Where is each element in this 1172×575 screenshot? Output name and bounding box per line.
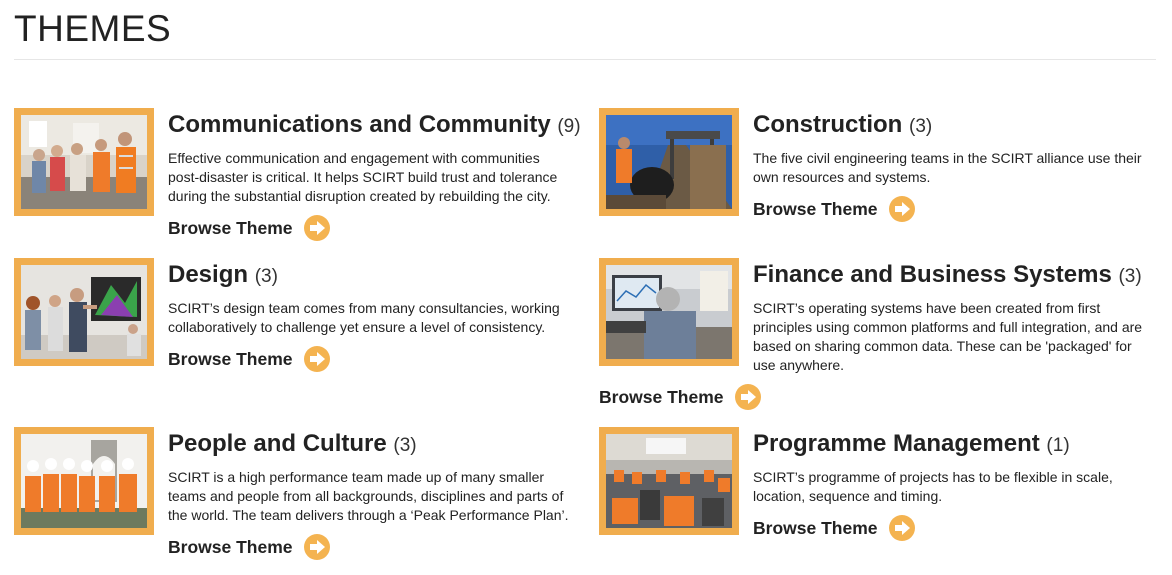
browse-theme-button[interactable]: Browse Theme xyxy=(168,534,331,560)
page-title: THEMES xyxy=(14,8,172,49)
theme-thumbnail[interactable] xyxy=(14,258,154,366)
theme-description: SCIRT’s design team comes from many cons… xyxy=(168,300,560,335)
arrow-right-circle-icon xyxy=(304,215,331,241)
browse-theme-label: Browse Theme xyxy=(599,386,724,407)
theme-count: (3) xyxy=(1118,266,1142,287)
theme-count: (3) xyxy=(254,266,278,287)
arrow-right-circle-icon xyxy=(304,346,331,372)
team-hi-vis-image xyxy=(21,434,147,528)
theme-thumbnail[interactable] xyxy=(599,108,739,216)
theme-count: (3) xyxy=(393,435,417,456)
title-divider xyxy=(14,59,1156,60)
theme-heading: Programme Management (1) xyxy=(753,429,1070,461)
browse-theme-label: Browse Theme xyxy=(753,517,878,538)
arrow-right-circle-icon xyxy=(735,384,762,410)
browse-theme-label: Browse Theme xyxy=(753,198,878,219)
theme-heading: Finance and Business Systems (3) xyxy=(753,260,1142,292)
theme-title[interactable]: People and Culture xyxy=(168,430,387,457)
theme-description: SCIRT is a high performance team made up… xyxy=(168,469,569,523)
pipe-construction-image xyxy=(606,115,732,209)
theme-description: SCIRT’s programme of projects has to be … xyxy=(753,469,1113,504)
people-meeting-image xyxy=(21,115,147,209)
theme-count: (1) xyxy=(1046,435,1070,456)
theme-thumbnail[interactable] xyxy=(14,108,154,216)
theme-heading: Design (3) xyxy=(168,260,278,292)
theme-title[interactable]: Construction xyxy=(753,111,902,138)
browse-theme-label: Browse Theme xyxy=(168,348,293,369)
theme-count: (9) xyxy=(557,116,581,137)
arrow-right-circle-icon xyxy=(889,515,916,541)
theme-description: Effective communication and engagement w… xyxy=(168,150,558,204)
browse-theme-button[interactable]: Browse Theme xyxy=(753,196,916,222)
theme-title[interactable]: Design xyxy=(168,261,248,288)
theme-thumbnail[interactable] xyxy=(599,427,739,535)
theme-description: The five civil engineering teams in the … xyxy=(753,150,1142,185)
arrow-right-circle-icon xyxy=(304,534,331,560)
theme-title[interactable]: Communications and Community xyxy=(168,111,551,138)
theme-title[interactable]: Finance and Business Systems xyxy=(753,261,1112,288)
briefing-room-image xyxy=(606,434,732,528)
browse-theme-label: Browse Theme xyxy=(168,536,293,557)
theme-heading: Communications and Community (9) xyxy=(168,110,581,142)
theme-count: (3) xyxy=(909,116,933,137)
theme-title[interactable]: Programme Management xyxy=(753,430,1040,457)
theme-thumbnail[interactable] xyxy=(599,258,739,366)
theme-description: SCIRT’s operating systems have been crea… xyxy=(753,300,1143,373)
theme-thumbnail[interactable] xyxy=(14,427,154,535)
theme-heading: People and Culture (3) xyxy=(168,429,417,461)
arrow-right-circle-icon xyxy=(889,196,916,222)
design-screen-image xyxy=(21,265,147,359)
browse-theme-label: Browse Theme xyxy=(168,217,293,238)
browse-theme-button[interactable]: Browse Theme xyxy=(599,384,762,410)
office-computer-image xyxy=(606,265,732,359)
browse-theme-button[interactable]: Browse Theme xyxy=(168,215,331,241)
theme-heading: Construction (3) xyxy=(753,110,932,142)
browse-theme-button[interactable]: Browse Theme xyxy=(753,515,916,541)
browse-theme-button[interactable]: Browse Theme xyxy=(168,346,331,372)
